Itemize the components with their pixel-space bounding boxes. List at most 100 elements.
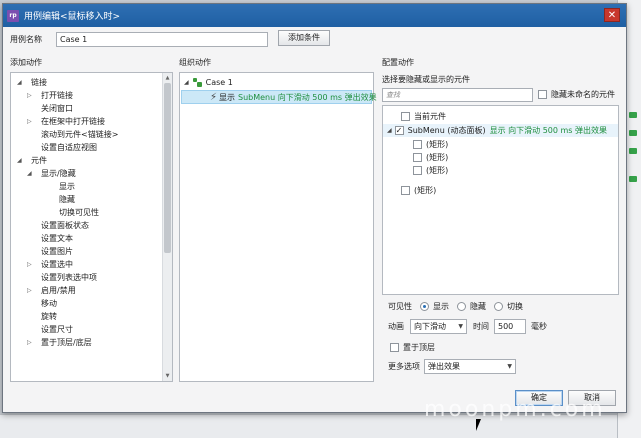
action-node-selected[interactable]: ⚡ 显示 SubMenu 向下滑动 500 ms 弹出效果 bbox=[181, 90, 377, 104]
widget-label: 当前元件 bbox=[414, 112, 446, 121]
widget-checkbox[interactable] bbox=[394, 124, 404, 137]
collapse-arrow-icon[interactable]: ◢ bbox=[184, 76, 189, 89]
time-input[interactable]: 500 bbox=[494, 319, 526, 334]
widget-checkbox[interactable] bbox=[413, 153, 422, 162]
status-marker bbox=[629, 112, 637, 118]
widget-checkbox[interactable] bbox=[413, 140, 422, 149]
tree-item[interactable]: 显示 bbox=[11, 180, 172, 193]
case-name-input[interactable]: Case 1 bbox=[56, 31, 268, 47]
expand-arrow-icon[interactable]: ▷ bbox=[27, 284, 32, 297]
radio-toggle[interactable] bbox=[494, 301, 503, 311]
tree-item-label: 设置选中 bbox=[41, 260, 73, 269]
expand-arrow-icon[interactable]: ▷ bbox=[27, 115, 32, 128]
widget-checkbox[interactable] bbox=[401, 112, 410, 121]
tree-item-label: 设置列表选中项 bbox=[41, 273, 97, 282]
collapse-arrow-icon[interactable]: ◢ bbox=[17, 154, 22, 167]
case-name-row: 用例名称 Case 1 bbox=[10, 31, 268, 47]
expand-arrow-icon[interactable]: ▷ bbox=[27, 89, 32, 102]
widget-row[interactable]: (矩形) bbox=[383, 164, 618, 177]
tree-item[interactable]: 设置列表选中项 bbox=[11, 271, 172, 284]
tree-item[interactable]: ◢ 元件 bbox=[11, 154, 172, 167]
action-detail: SubMenu 向下滑动 500 ms 弹出效果 bbox=[238, 92, 377, 102]
time-label: 时间 bbox=[473, 322, 489, 331]
widget-checkbox[interactable] bbox=[401, 186, 410, 195]
case-editor-dialog: rp 用例编辑<鼠标移入时> ✕ 用例名称 Case 1 添加条件 添加动作 组… bbox=[2, 3, 627, 413]
tree-item-label: 在框架中打开链接 bbox=[41, 117, 105, 126]
action-tree-scrollbar[interactable]: ▲ ▼ bbox=[162, 73, 172, 381]
tree-item[interactable]: 切换可见性 bbox=[11, 206, 172, 219]
tree-item[interactable]: 移动 bbox=[11, 297, 172, 310]
hide-unnamed-label: 隐藏未命名的元件 bbox=[551, 90, 615, 99]
visibility-row: 可见性 显示 隐藏 切换 bbox=[388, 299, 523, 313]
title-bar[interactable]: rp 用例编辑<鼠标移入时> ✕ bbox=[3, 4, 626, 27]
case-node[interactable]: ◢ Case 1 bbox=[184, 76, 233, 89]
tree-item[interactable]: ◢ 显示/隐藏 bbox=[11, 167, 172, 180]
status-marker bbox=[629, 176, 637, 182]
collapse-arrow-icon[interactable]: ◢ bbox=[17, 76, 22, 89]
animation-select[interactable]: 向下滑动 ▼ bbox=[410, 319, 467, 334]
tree-item-label: 移动 bbox=[41, 299, 57, 308]
tree-item-label: 链接 bbox=[31, 78, 47, 87]
widget-row[interactable]: (矩形) bbox=[383, 138, 618, 151]
tree-item[interactable]: ▷ 打开链接 bbox=[11, 89, 172, 102]
tree-item[interactable]: ▷ 启用/禁用 bbox=[11, 284, 172, 297]
widget-row[interactable]: (矩形) bbox=[383, 151, 618, 164]
tree-item-label: 隐藏 bbox=[59, 195, 75, 204]
widget-action-detail: 显示 向下滑动 500 ms 弹出效果 bbox=[489, 126, 608, 135]
organize-panel: ◢ Case 1 ⚡ 显示 SubMenu 向下滑动 500 ms 弹出效果 bbox=[179, 72, 377, 382]
scroll-down-icon[interactable]: ▼ bbox=[164, 372, 171, 380]
tree-item-label: 设置自适应视图 bbox=[41, 143, 97, 152]
widget-checkbox[interactable] bbox=[413, 166, 422, 175]
tree-item-label: 打开链接 bbox=[41, 91, 73, 100]
tree-item-label: 滚动到元件<锚链接> bbox=[41, 130, 119, 139]
more-options-select[interactable]: 弹出效果 ▼ bbox=[424, 359, 516, 374]
scroll-thumb[interactable] bbox=[164, 83, 171, 253]
lightning-icon: ⚡ bbox=[210, 92, 218, 103]
widget-row[interactable]: 当前元件 bbox=[383, 110, 618, 123]
watermark: moonpm.com bbox=[424, 397, 606, 422]
tree-item-label: 启用/禁用 bbox=[41, 286, 76, 295]
collapse-arrow-icon[interactable]: ◢ bbox=[27, 167, 32, 180]
expand-arrow-icon[interactable]: ▷ bbox=[27, 258, 32, 271]
tree-item[interactable]: 设置自适应视图 bbox=[11, 141, 172, 154]
tree-item[interactable]: 设置文本 bbox=[11, 232, 172, 245]
widget-label: (矩形) bbox=[426, 153, 449, 162]
radio-show-label: 显示 bbox=[433, 301, 449, 311]
widget-row[interactable]: (矩形) bbox=[383, 184, 618, 197]
app-icon: rp bbox=[7, 9, 19, 22]
chevron-down-icon: ▼ bbox=[458, 323, 463, 330]
widget-search-input[interactable]: 查找 bbox=[382, 88, 533, 102]
chevron-down-icon: ▼ bbox=[507, 363, 512, 370]
more-options-row: 更多选项 弹出效果 ▼ bbox=[388, 359, 516, 374]
tree-item-label: 显示/隐藏 bbox=[41, 169, 76, 178]
add-condition-button[interactable]: 添加条件 bbox=[278, 30, 330, 46]
tree-item-label: 设置图片 bbox=[41, 247, 73, 256]
bring-to-front-row[interactable]: 置于顶层 bbox=[390, 342, 435, 353]
tree-item[interactable]: 滚动到元件<锚链接> bbox=[11, 128, 172, 141]
tree-item[interactable]: 设置尺寸 bbox=[11, 323, 172, 336]
tree-item[interactable]: ◢ 链接 bbox=[11, 76, 172, 89]
widget-row[interactable]: ◢ SubMenu (动态面板)显示 向下滑动 500 ms 弹出效果 bbox=[383, 124, 618, 137]
tree-item[interactable]: ▷ 置于顶层/底层 bbox=[11, 336, 172, 349]
tree-item[interactable]: 设置图片 bbox=[11, 245, 172, 258]
collapse-arrow-icon[interactable]: ◢ bbox=[387, 124, 392, 137]
widget-label: SubMenu (动态面板) bbox=[407, 126, 486, 135]
bring-to-front-checkbox[interactable] bbox=[390, 343, 399, 352]
more-options-value: 弹出效果 bbox=[428, 362, 460, 371]
scroll-up-icon[interactable]: ▲ bbox=[164, 74, 171, 82]
hide-unnamed-checkbox[interactable] bbox=[538, 90, 547, 99]
hide-unnamed-checkbox-row[interactable]: 隐藏未命名的元件 bbox=[538, 89, 615, 100]
tree-item[interactable]: 关闭窗口 bbox=[11, 102, 172, 115]
tree-item[interactable]: ▷ 在框架中打开链接 bbox=[11, 115, 172, 128]
radio-hide[interactable] bbox=[457, 301, 466, 311]
close-icon[interactable]: ✕ bbox=[604, 8, 620, 22]
expand-arrow-icon[interactable]: ▷ bbox=[27, 336, 32, 349]
radio-show[interactable] bbox=[420, 301, 429, 311]
case-icon bbox=[192, 78, 202, 87]
tree-item-label: 设置尺寸 bbox=[41, 325, 73, 334]
tree-item[interactable]: ▷ 设置选中 bbox=[11, 258, 172, 271]
tree-item[interactable]: 隐藏 bbox=[11, 193, 172, 206]
tree-item[interactable]: 设置面板状态 bbox=[11, 219, 172, 232]
tree-item[interactable]: 旋转 bbox=[11, 310, 172, 323]
add-action-heading: 添加动作 bbox=[10, 58, 42, 67]
